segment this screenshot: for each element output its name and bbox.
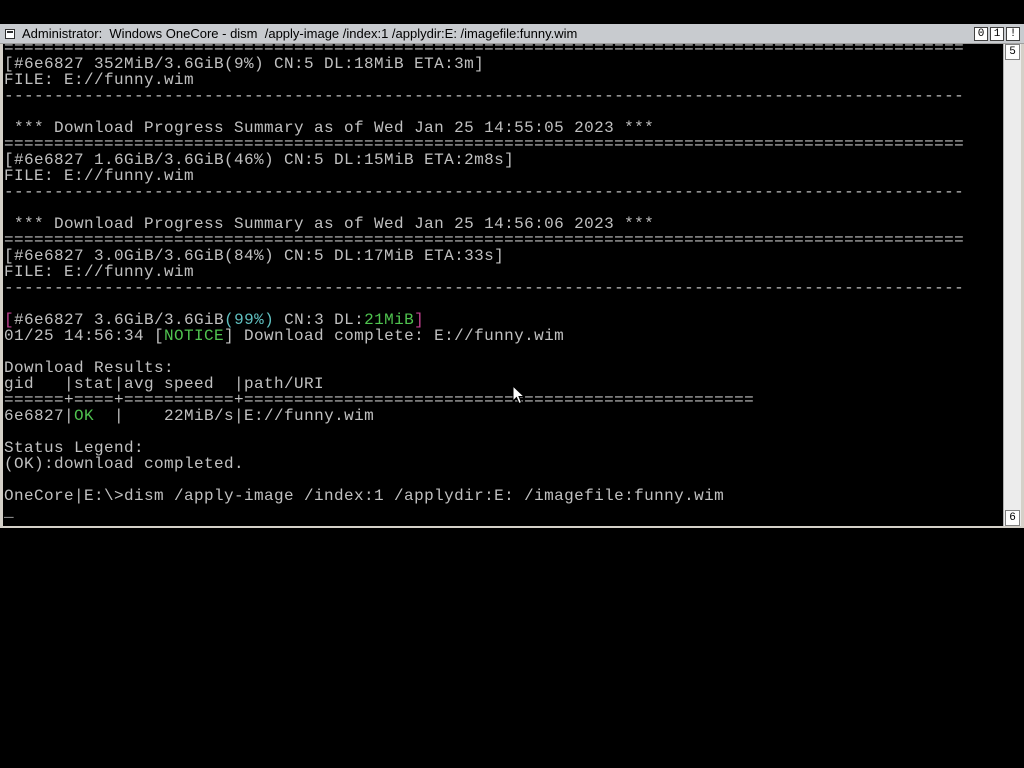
console-line: FILE: E://funny.wim <box>4 264 964 280</box>
console-window: Administrator: Windows OneCore - dism /a… <box>0 24 1024 528</box>
close-button[interactable]: ! <box>1006 27 1020 41</box>
console-line: ----------------------------------------… <box>4 184 964 200</box>
console-segment: ----------------------------------------… <box>4 183 965 201</box>
minimize-button[interactable]: 0 <box>974 27 988 41</box>
console-line: ========================================… <box>4 136 964 152</box>
window-bottom-border <box>0 526 1024 528</box>
console-line: 01/25 14:56:34 [NOTICE] Download complet… <box>4 328 964 344</box>
console-segment: ----------------------------------------… <box>4 279 965 297</box>
console-line: FILE: E://funny.wim <box>4 168 964 184</box>
scroll-down-button[interactable]: 6 <box>1005 510 1020 526</box>
console-segment: _ <box>4 503 15 521</box>
console-segment: 01/25 14:56:34 [ <box>4 327 165 345</box>
console-line: FILE: E://funny.wim <box>4 72 964 88</box>
console-window-icon <box>5 29 15 39</box>
console-line: gid |stat|avg speed |path/URI <box>4 376 964 392</box>
console-line: OneCore|E:\>dism /apply-image /index:1 /… <box>4 488 964 504</box>
console-line: Download Results: <box>4 360 964 376</box>
console-line: Status Legend: <box>4 440 964 456</box>
console-line: *** Download Progress Summary as of Wed … <box>4 216 964 232</box>
console-segment: ] Download complete: E://funny.wim <box>224 327 565 345</box>
console-line: [#6e6827 3.6GiB/3.6GiB(99%) CN:3 DL:21Mi… <box>4 312 964 328</box>
console-line: 6e6827|OK | 22MiB/s|E://funny.wim <box>4 408 964 424</box>
console-line: [#6e6827 3.0GiB/3.6GiB(84%) CN:5 DL:17Mi… <box>4 248 964 264</box>
vertical-scrollbar[interactable]: 5 6 <box>1003 44 1021 526</box>
scroll-up-button[interactable]: 5 <box>1005 44 1020 60</box>
console-text: ========================================… <box>4 44 964 520</box>
console-output[interactable]: ========================================… <box>3 44 1003 526</box>
console-line: [#6e6827 1.6GiB/3.6GiB(46%) CN:5 DL:15Mi… <box>4 152 964 168</box>
console-line: [#6e6827 352MiB/3.6GiB(9%) CN:5 DL:18MiB… <box>4 56 964 72</box>
console-line: ----------------------------------------… <box>4 280 964 296</box>
console-line: (OK):download completed. <box>4 456 964 472</box>
console-line: ----------------------------------------… <box>4 88 964 104</box>
maximize-button[interactable]: 1 <box>990 27 1004 41</box>
console-segment: OneCore|E:\>dism /apply-image /index:1 /… <box>4 487 725 505</box>
console-segment: NOTICE <box>164 327 225 345</box>
console-line: ========================================… <box>4 232 964 248</box>
window-controls: 0 1 ! <box>974 27 1020 41</box>
console-segment: 6e6827| <box>4 407 75 425</box>
console-segment: | 22MiB/s|E://funny.wim <box>94 407 375 425</box>
console-segment: OK <box>74 407 95 425</box>
console-segment: ----------------------------------------… <box>4 87 965 105</box>
console-line: ======+====+===========+================… <box>4 392 964 408</box>
window-title: Administrator: Windows OneCore - dism /a… <box>22 26 578 41</box>
title-bar[interactable]: Administrator: Windows OneCore - dism /a… <box>0 24 1024 44</box>
console-line: *** Download Progress Summary as of Wed … <box>4 120 964 136</box>
console-segment: (OK):download completed. <box>4 455 245 473</box>
console-line: _ <box>4 504 964 520</box>
